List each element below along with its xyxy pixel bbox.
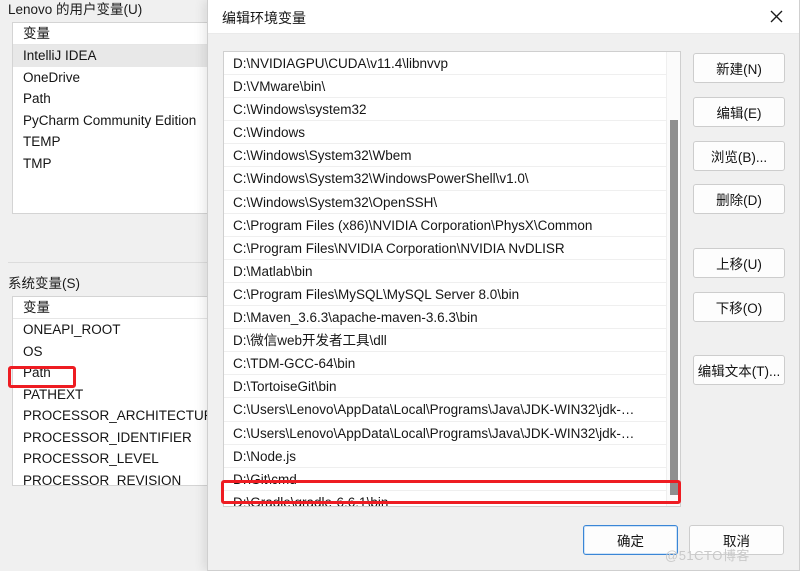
path-entry[interactable]: C:\TDM-GCC-64\bin	[224, 352, 680, 376]
screenshot-root: Lenovo 的用户变量(U) 变量 IntelliJ IDEA OneDriv…	[0, 0, 800, 571]
list-item[interactable]: TMP	[13, 153, 207, 175]
edit-environment-variable-dialog: 编辑环境变量 D:\NVIDIAGPU\CUDA\v11.4\libnvvp D…	[207, 0, 800, 571]
move-down-button[interactable]: 下移(O)	[693, 292, 785, 322]
ok-button[interactable]: 确定	[583, 525, 678, 555]
scrollbar-thumb[interactable]	[670, 120, 678, 495]
path-entry[interactable]: C:\Windows\System32\OpenSSH\	[224, 191, 680, 214]
path-entry[interactable]: C:\Windows\system32	[224, 98, 680, 122]
delete-button[interactable]: 删除(D)	[693, 184, 785, 214]
ok-button-label: 确定	[617, 534, 644, 549]
list-item[interactable]: PATHEXT	[13, 384, 207, 406]
path-entry[interactable]: D:\Matlab\bin	[224, 260, 680, 283]
path-entry[interactable]: C:\Windows\System32\WindowsPowerShell\v1…	[224, 167, 680, 191]
path-entry[interactable]: C:\Windows	[224, 121, 680, 145]
list-item[interactable]: ONEAPI_ROOT	[13, 319, 207, 341]
path-entry[interactable]: D:\Git\cmd	[224, 468, 680, 491]
user-variables-label: Lenovo 的用户变量(U)	[8, 2, 143, 17]
path-entry[interactable]: D:\微信web开发者工具\dll	[224, 329, 680, 353]
list-item[interactable]: Path	[13, 88, 207, 110]
list-item[interactable]: OS	[13, 341, 207, 363]
move-down-button-label: 下移(O)	[715, 301, 763, 316]
path-entry[interactable]: C:\Program Files\NVIDIA Corporation\NVID…	[224, 237, 680, 260]
list-item[interactable]: PROCESSOR_ARCHITECTURE	[13, 405, 207, 427]
path-entry[interactable]: C:\Users\Lenovo\AppData\Local\Programs\J…	[224, 398, 680, 422]
list-item[interactable]: TEMP	[13, 131, 207, 153]
path-entry[interactable]: C:\Program Files\MySQL\MySQL Server 8.0\…	[224, 283, 680, 307]
system-variables-label: 系统变量(S)	[8, 276, 80, 291]
watermark: @51CTO博客	[665, 548, 750, 563]
edit-button[interactable]: 编辑(E)	[693, 97, 785, 127]
move-up-button[interactable]: 上移(U)	[693, 248, 785, 278]
path-entry[interactable]: D:\TortoiseGit\bin	[224, 375, 680, 399]
list-item[interactable]: OneDrive	[13, 67, 207, 89]
path-entry[interactable]: D:\NVIDIAGPU\CUDA\v11.4\libnvvp	[224, 52, 680, 76]
user-variables-list[interactable]: 变量 IntelliJ IDEA OneDrive Path PyCharm C…	[12, 22, 208, 214]
system-variables-list[interactable]: 变量 ONEAPI_ROOT OS Path PATHEXT PROCESSOR…	[12, 296, 208, 486]
edit-text-button[interactable]: 编辑文本(T)...	[693, 355, 785, 385]
close-icon[interactable]	[753, 0, 799, 32]
path-list-scrollbar[interactable]	[666, 52, 680, 506]
list-item[interactable]: PyCharm Community Edition	[13, 110, 207, 132]
new-button[interactable]: 新建(N)	[693, 53, 785, 83]
path-entry[interactable]: D:\VMware\bin\	[224, 75, 680, 99]
delete-button-label: 删除(D)	[716, 193, 762, 208]
path-entry[interactable]: D:\Node.js	[224, 445, 680, 468]
browse-button[interactable]: 浏览(B)...	[693, 141, 785, 171]
list-item[interactable]: PROCESSOR_REVISION	[13, 470, 207, 486]
list-item-path[interactable]: Path	[13, 362, 207, 384]
dialog-titlebar: 编辑环境变量	[208, 0, 799, 34]
list-item[interactable]: PROCESSOR_LEVEL	[13, 448, 207, 470]
edit-button-label: 编辑(E)	[716, 106, 762, 121]
list-item[interactable]: PROCESSOR_IDENTIFIER	[13, 427, 207, 449]
path-entry[interactable]: C:\Program Files (x86)\NVIDIA Corporatio…	[224, 214, 680, 237]
edit-text-button-label: 编辑文本(T)...	[697, 364, 781, 379]
dialog-title: 编辑环境变量	[222, 10, 306, 26]
user-variables-column-header: 变量	[13, 23, 207, 45]
list-item[interactable]: IntelliJ IDEA	[13, 45, 207, 67]
move-up-button-label: 上移(U)	[716, 257, 762, 272]
path-entries-list[interactable]: D:\NVIDIAGPU\CUDA\v11.4\libnvvp D:\VMwar…	[223, 51, 681, 507]
browse-button-label: 浏览(B)...	[710, 150, 768, 165]
path-entry[interactable]: D:\Gradle\gradle-6.6.1\bin	[224, 491, 680, 506]
path-entry[interactable]: D:\Maven_3.6.3\apache-maven-3.6.3\bin	[224, 306, 680, 330]
path-entry[interactable]: C:\Windows\System32\Wbem	[224, 144, 680, 168]
path-entry[interactable]: C:\Users\Lenovo\AppData\Local\Programs\J…	[224, 422, 680, 445]
new-button-label: 新建(N)	[716, 62, 762, 77]
system-variables-column-header: 变量	[13, 297, 207, 319]
